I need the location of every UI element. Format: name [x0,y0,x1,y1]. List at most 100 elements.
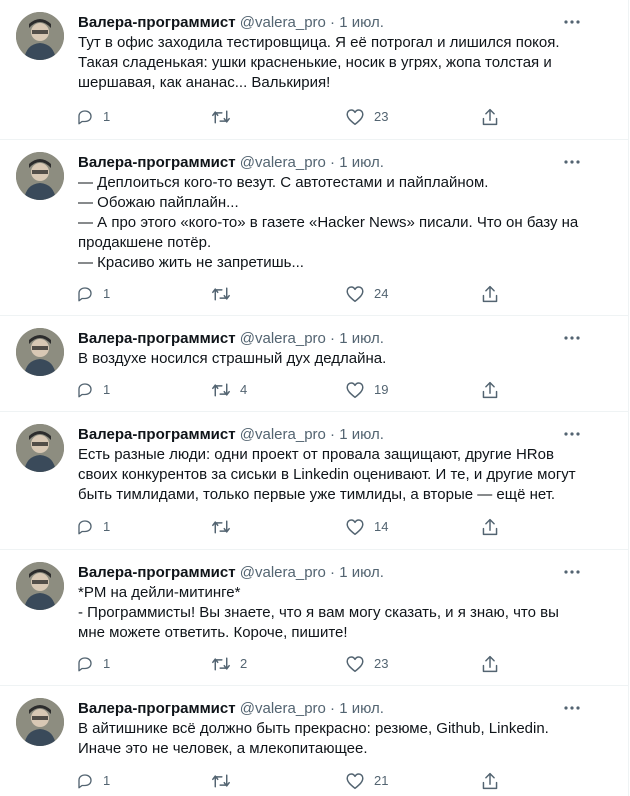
retweet-button[interactable] [211,283,240,305]
more-icon [564,706,580,710]
tweet-header: Валера-программист @valera_pro · 1 июл. [78,563,384,583]
reply-icon [78,774,92,789]
avatar[interactable] [16,152,64,200]
tweet-actions: 1 4 19 [66,379,526,401]
separator: · [330,330,336,347]
tweet[interactable]: Валера-программист @valera_pro · 1 июл. … [0,140,628,316]
retweet-button[interactable]: 2 [211,653,247,675]
share-button[interactable] [481,283,499,305]
more-button[interactable] [561,330,583,346]
tweet-header: Валера-программист @valera_pro · 1 июл. [78,699,384,719]
share-icon [482,108,498,126]
author-handle[interactable]: @valera_pro [240,14,326,31]
tweet[interactable]: Валера-программист @valera_pro · 1 июл. … [0,412,628,550]
author-handle[interactable]: @valera_pro [240,426,326,443]
author-name[interactable]: Валера-программист [78,154,236,171]
reply-icon [78,110,92,125]
author-name[interactable]: Валера-программист [78,426,236,443]
heart-icon [346,773,364,790]
like-button[interactable]: 21 [345,770,388,792]
more-button[interactable] [561,14,583,30]
tweet-header: Валера-программист @valera_pro · 1 июл. [78,425,384,445]
more-button[interactable] [561,154,583,170]
avatar-image [16,12,64,60]
like-count: 21 [374,773,389,788]
tweet-date[interactable]: 1 июл. [339,330,384,347]
retweet-button[interactable] [211,770,240,792]
tweet[interactable]: Валера-программист @valera_pro · 1 июл. … [0,550,628,686]
author-name[interactable]: Валера-программист [78,700,236,717]
tweet-text: Тут в офис заходила тестировщица. Я её п… [78,34,560,91]
like-button[interactable]: 23 [345,106,388,128]
like-button[interactable]: 24 [345,283,388,305]
share-button[interactable] [481,106,499,128]
reply-button[interactable]: 1 [76,106,110,128]
reply-button[interactable]: 1 [76,770,110,792]
tweet-actions: 1 2 23 [66,653,526,675]
more-button[interactable] [561,426,583,442]
avatar[interactable] [16,424,64,472]
tweet-header: Валера-программист @valera_pro · 1 июл. [78,329,384,349]
more-button[interactable] [561,564,583,580]
author-handle[interactable]: @valera_pro [240,330,326,347]
tweet[interactable]: Валера-программист @valera_pro · 1 июл. … [0,686,628,796]
avatar[interactable] [16,698,64,746]
reply-count: 1 [103,773,111,788]
more-icon [564,570,580,574]
share-button[interactable] [481,379,499,401]
share-icon [482,655,498,673]
tweet-header: Валера-программист @valera_pro · 1 июл. [78,153,384,173]
like-button[interactable]: 14 [345,516,388,538]
more-icon [564,432,580,436]
share-button[interactable] [481,516,499,538]
retweet-icon [212,657,230,671]
tweet[interactable]: Валера-программист @valera_pro · 1 июл. … [0,0,628,140]
reply-button[interactable]: 1 [76,653,110,675]
tweet-date[interactable]: 1 июл. [339,154,384,171]
author-handle[interactable]: @valera_pro [240,700,326,717]
retweet-button[interactable]: 4 [211,379,247,401]
more-icon [564,20,580,24]
avatar[interactable] [16,12,64,60]
tweet-header: Валера-программист @valera_pro · 1 июл. [78,13,384,33]
avatar-image [16,152,64,200]
avatar[interactable] [16,328,64,376]
share-button[interactable] [481,653,499,675]
heart-icon [346,382,364,399]
heart-icon [346,286,364,303]
author-handle[interactable]: @valera_pro [240,564,326,581]
tweet-date[interactable]: 1 июл. [339,426,384,443]
separator: · [330,700,336,717]
reply-button[interactable]: 1 [76,379,110,401]
share-button[interactable] [481,770,499,792]
like-count: 23 [374,109,389,124]
heart-icon [346,656,364,673]
tweet-text: В айтишнике всё должно быть прекрасно: р… [78,720,549,757]
reply-count: 1 [103,382,111,397]
avatar-image [16,424,64,472]
tweet-date[interactable]: 1 июл. [339,700,384,717]
retweet-button[interactable] [211,106,240,128]
author-handle[interactable]: @valera_pro [240,154,326,171]
tweet-date[interactable]: 1 июл. [339,14,384,31]
author-name[interactable]: Валера-программист [78,14,236,31]
tweet-date[interactable]: 1 июл. [339,564,384,581]
reply-button[interactable]: 1 [76,516,110,538]
more-button[interactable] [561,700,583,716]
author-name[interactable]: Валера-программист [78,564,236,581]
like-count: 14 [374,519,389,534]
reply-count: 1 [103,109,111,124]
retweet-icon [212,520,230,534]
avatar[interactable] [16,562,64,610]
retweet-count: 4 [240,382,248,397]
reply-icon [78,520,92,535]
retweet-button[interactable] [211,516,240,538]
reply-count: 1 [103,656,111,671]
retweet-count: 2 [240,656,248,671]
like-button[interactable]: 19 [345,379,388,401]
author-name[interactable]: Валера-программист [78,330,236,347]
reply-button[interactable]: 1 [76,283,110,305]
tweet[interactable]: Валера-программист @valera_pro · 1 июл. … [0,316,628,412]
more-icon [564,336,580,340]
like-button[interactable]: 23 [345,653,388,675]
